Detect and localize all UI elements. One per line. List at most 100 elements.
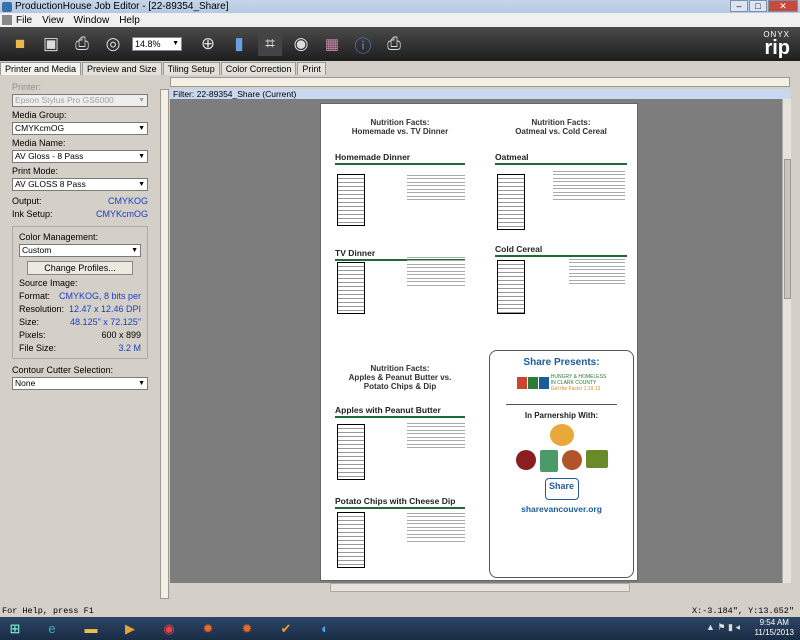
nutrition-label [337, 174, 365, 226]
pixels-label: Pixels: [19, 330, 46, 340]
magnify-icon[interactable]: ◉ [289, 32, 313, 56]
tab-tiling-setup[interactable]: Tiling Setup [162, 62, 220, 75]
nutrition-label [337, 262, 365, 314]
chrome-icon[interactable]: ◉ [152, 618, 186, 640]
nutrition-label [497, 174, 525, 230]
filter-bar: Filter: 22-89354_Share (Current) [170, 89, 790, 99]
hh-tagline: Get the Facts! 1.19.13 [550, 386, 601, 392]
bookmark-icon[interactable]: ▮ [227, 32, 251, 56]
menu-file[interactable]: File [16, 15, 32, 26]
nutrition-label [497, 260, 525, 314]
description-text [407, 420, 465, 480]
output-label: Output: [12, 196, 42, 206]
file-explorer-icon[interactable]: ▬ [74, 618, 108, 640]
ink-setup-label: Ink Setup: [12, 209, 53, 219]
media-group-value: CMYKcmOG [15, 123, 65, 133]
food-bank-logo [549, 424, 574, 446]
source-image-label: Source Image: [19, 278, 78, 288]
minimize-button[interactable]: – [730, 0, 748, 12]
windows-start-icon[interactable]: ⊞ [0, 618, 30, 640]
color-grid-icon[interactable]: ▦ [320, 32, 344, 56]
maximize-button[interactable]: □ [749, 0, 767, 12]
panel-homemade-vs-tv: Nutrition Facts: Homemade vs. TV Dinner … [335, 118, 465, 165]
preview-area: Filter: 22-89354_Share (Current) Nutriti… [160, 75, 800, 605]
filesize-value: 3.2 M [118, 343, 141, 353]
job-editor-icon[interactable]: ✔ [269, 618, 303, 640]
chevron-down-icon: ▼ [138, 97, 145, 104]
close-button[interactable]: ✕ [768, 0, 798, 12]
preview-canvas[interactable]: Nutrition Facts: Homemade vs. TV Dinner … [170, 99, 782, 583]
panel-title: Nutrition Facts: [370, 364, 430, 373]
print-preview-page: Nutrition Facts: Homemade vs. TV Dinner … [320, 103, 638, 581]
menu-bar: File View Window Help [0, 13, 800, 27]
internet-explorer-icon[interactable]: e [35, 618, 69, 640]
chevron-down-icon: ▼ [138, 125, 145, 132]
media-name-label: Media Name: [12, 138, 66, 148]
print-mode-select[interactable]: AV GLOSS 8 Pass ▼ [12, 178, 148, 191]
info-icon[interactable]: ⓘ [351, 32, 375, 56]
pixels-value: 600 x 899 [101, 330, 141, 340]
share-card: Share Presents: HUNGRY & HOMELESS IN CLA… [489, 350, 634, 578]
format-label: Format: [19, 291, 51, 301]
save-icon[interactable]: ▣ [39, 32, 63, 56]
panel-subtitle: Oatmeal vs. Cold Cereal [515, 127, 607, 136]
printer-label: Printer: [12, 82, 42, 92]
scroll-thumb[interactable] [784, 159, 791, 299]
share-url: sharevancouver.org [521, 504, 602, 514]
panel-subtitle-2: Potato Chips & Dip [363, 382, 437, 391]
contour-cutter-label: Contour Cutter Selection: [12, 365, 114, 375]
change-profiles-button[interactable]: Change Profiles... [27, 261, 133, 275]
onyx-app-icon[interactable]: ✹ [191, 618, 225, 640]
open-folder-icon[interactable]: ■ [8, 32, 32, 56]
teamviewer-icon[interactable]: ◐ [308, 618, 342, 640]
printer-settings-icon[interactable]: ⎙ [382, 32, 406, 56]
section-heading: Homemade Dinner [335, 152, 465, 165]
chevron-down-icon: ▼ [131, 247, 138, 254]
tab-print[interactable]: Print [297, 62, 326, 75]
tab-color-correction[interactable]: Color Correction [220, 62, 297, 75]
document-icon [2, 15, 12, 25]
panel-potato-chips: Potato Chips with Cheese Dip [335, 496, 465, 509]
print-icon[interactable]: ⎙ [70, 32, 94, 56]
tab-printer-and-media[interactable]: Printer and Media [0, 62, 82, 75]
color-management-select[interactable]: Custom ▼ [19, 244, 141, 257]
cursor-coordinates: X:-3.184", Y:13.652" [691, 606, 794, 616]
menu-window[interactable]: Window [74, 15, 110, 26]
print-mode-label: Print Mode: [12, 166, 59, 176]
vertical-ruler [160, 89, 169, 599]
contour-cutter-select[interactable]: None ▼ [12, 377, 148, 390]
resolution-label: Resolution: [19, 304, 65, 314]
zoom-in-icon[interactable]: ⊕ [196, 32, 220, 56]
onyx-app-icon-2[interactable]: ✹ [230, 618, 264, 640]
output-value: CMYKOG [107, 196, 148, 206]
media-player-icon[interactable]: ▶ [113, 618, 147, 640]
system-tray-icons[interactable]: ▲ ⚑ ▮ ◂ [706, 622, 740, 633]
panel-apples-vs-chips: Nutrition Facts: Apples & Peanut Butter … [335, 364, 465, 418]
partner-logo-4 [585, 450, 608, 468]
taskbar: ⊞ e ▬ ▶ ◉ ✹ ✹ ✔ ◐ ▲ ⚑ ▮ ◂ 9:54 AM 11/15/… [0, 617, 800, 640]
crop-icon[interactable]: ⌗ [258, 32, 282, 56]
zoom-select[interactable]: 14.8% ▼ [132, 37, 182, 51]
description-text [569, 256, 625, 316]
partner-logo-3 [561, 450, 582, 470]
media-group-select[interactable]: CMYKcmOG ▼ [12, 122, 148, 135]
vertical-scrollbar[interactable] [782, 99, 791, 583]
description-text [407, 510, 465, 572]
tab-strip: Printer and Media Preview and Size Tilin… [0, 62, 800, 75]
menu-help[interactable]: Help [119, 15, 140, 26]
horizontal-scrollbar[interactable] [330, 583, 630, 592]
brand-rip: rip [764, 37, 790, 59]
partner-logo-row-2 [490, 450, 633, 472]
chevron-down-icon: ▼ [138, 181, 145, 188]
menu-view[interactable]: View [42, 15, 64, 26]
media-name-select[interactable]: AV Gloss - 8 Pass ▼ [12, 150, 148, 163]
zoom-icon[interactable]: ◎ [101, 32, 125, 56]
contour-cutter-value: None [15, 378, 36, 388]
ink-setup-value: CMYKcmOG [95, 209, 148, 219]
chevron-down-icon: ▼ [172, 40, 179, 47]
tab-preview-and-size[interactable]: Preview and Size [82, 62, 162, 75]
panel-subtitle: Homemade vs. TV Dinner [351, 127, 449, 136]
panel-subtitle: Apples & Peanut Butter vs. [348, 373, 452, 382]
clock[interactable]: 9:54 AM 11/15/2013 [755, 618, 794, 638]
horizontal-ruler [170, 77, 790, 87]
